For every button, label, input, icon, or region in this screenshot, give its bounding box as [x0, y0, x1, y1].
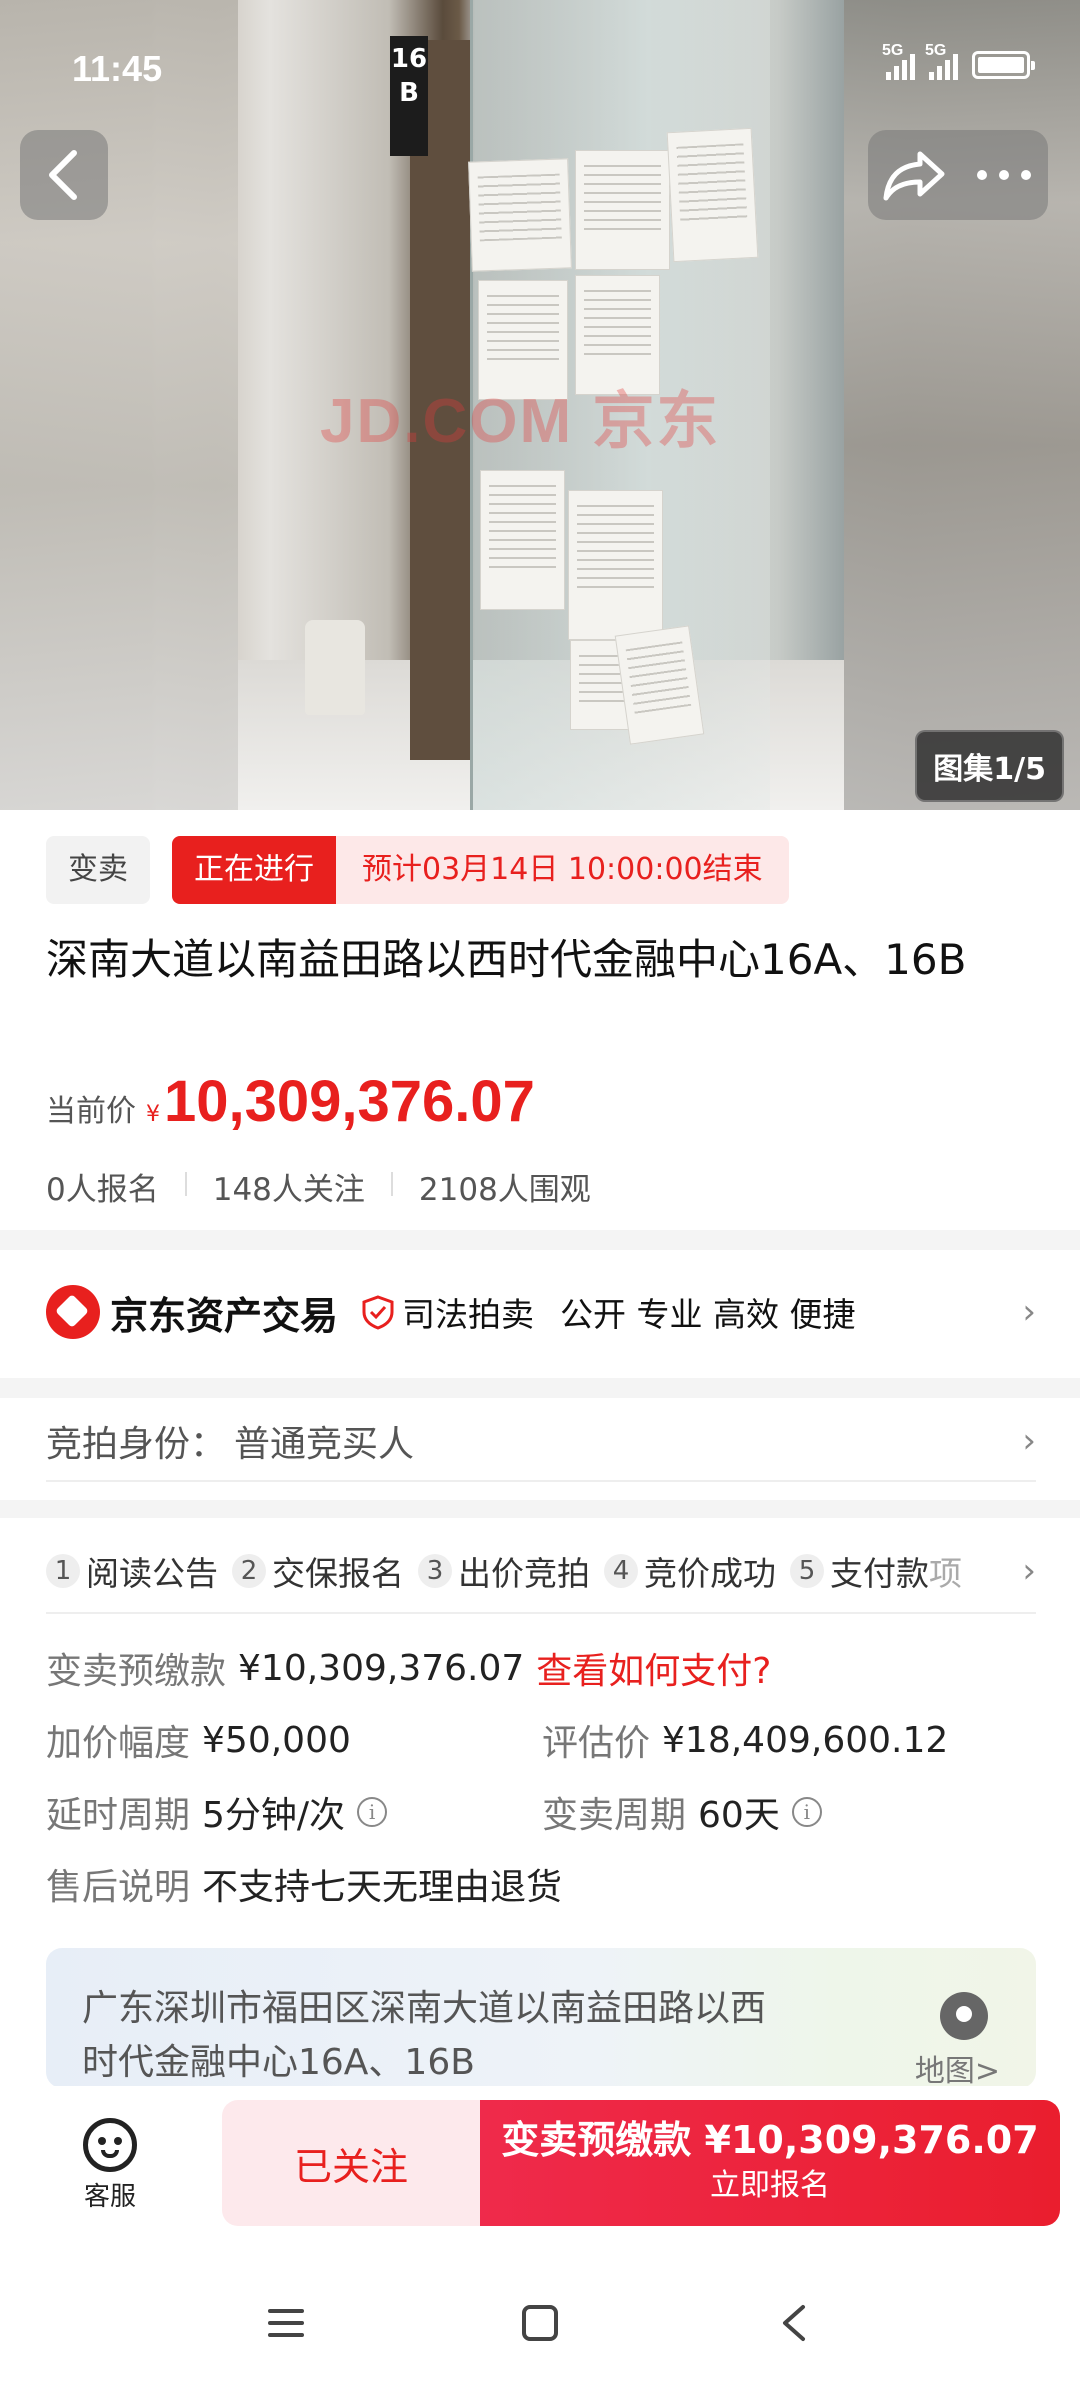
system-navigation-bar [0, 2246, 1080, 2400]
home-icon[interactable] [518, 2301, 562, 2345]
jd-watermark: JD.COM 京东 [320, 387, 721, 456]
bottom-action-bar: 客服 已关注 变卖预缴款 ¥10,309,376.07 立即报名 [0, 2086, 1080, 2246]
divider [390, 1172, 393, 1196]
platform-row[interactable]: 京东资产交易 司法拍卖 公开 专业 高效 便捷 › [46, 1276, 1036, 1348]
identity-label: 竞拍身份： [46, 1424, 227, 1465]
step-item: 3 出价竞拍 [418, 1547, 590, 1595]
share-icon[interactable] [882, 148, 946, 202]
photo-blur-right [844, 0, 1080, 810]
step-item: 2 交保报名 [232, 1547, 404, 1595]
end-time-badge: 预计03月14日 10:00:00结束 [336, 836, 789, 904]
jd-logo-icon [46, 1285, 100, 1339]
period-row: 变卖周期 60天 i [542, 1786, 822, 1838]
increment-label: 加价幅度 [46, 1723, 191, 1764]
period-value: 60天 [698, 1795, 780, 1836]
period-label: 变卖周期 [542, 1795, 687, 1836]
auction-steps[interactable]: 1 阅读公告 2 交保报名 3 出价竞拍 4 竞价成功 5 支付款项 › [46, 1530, 1036, 1614]
identity-value: 普通竞买人 [234, 1424, 415, 1465]
divider [184, 1172, 187, 1196]
notice-paper [468, 158, 572, 272]
status-time: 11:45 [72, 48, 163, 89]
map-link[interactable]: 地图> [915, 2046, 1000, 2088]
status-icons: 5G 5G [882, 42, 1035, 80]
deposit-label: 变卖预缴款 [46, 1651, 227, 1692]
customer-service-label: 客服 [83, 2182, 136, 2212]
signup-count: 0人报名 [46, 1172, 159, 1208]
chevron-right-icon: › [1022, 1421, 1036, 1461]
status-tags: 变卖 正在进行 预计03月14日 10:00:00结束 [46, 836, 789, 904]
increment-row: 加价幅度 ¥50,000 [46, 1714, 351, 1766]
appraisal-row: 评估价 ¥18,409,600.12 [542, 1714, 948, 1766]
section-divider [0, 1500, 1080, 1518]
gallery-counter[interactable]: 图集1/5 [915, 730, 1064, 802]
menu-icon[interactable] [264, 2301, 308, 2345]
delay-label: 延时周期 [46, 1795, 191, 1836]
price-value: 10,309,376.07 [164, 1069, 535, 1134]
aftersale-value: 不支持七天无理由退货 [202, 1867, 563, 1908]
address-card[interactable]: 广东深圳市福田区深南大道以南益田路以西 时代金融中心16A、16B 地图> [46, 1948, 1036, 2088]
follower-count: 148人关注 [212, 1172, 365, 1208]
customer-service-button[interactable]: 客服 [60, 2118, 160, 2213]
section-divider [0, 1230, 1080, 1250]
judicial-badge: 司法拍卖 [402, 1295, 535, 1334]
view-count: 2108人围观 [418, 1172, 591, 1208]
info-icon[interactable]: i [357, 1797, 388, 1827]
auction-stats: 0人报名 148人关注 2108人围观 [46, 1164, 591, 1209]
address-text: 广东深圳市福田区深南大道以南益田路以西 时代金融中心16A、16B [82, 1988, 767, 2083]
deposit-value: ¥10,309,376.07 [238, 1647, 525, 1689]
step-item: 5 支付款项 [790, 1547, 962, 1595]
section-divider [0, 1378, 1080, 1398]
signal-icon: 5G [882, 42, 915, 80]
aftersale-row: 售后说明 不支持七天无理由退货 [46, 1858, 562, 1910]
step-item: 1 阅读公告 [46, 1547, 218, 1595]
status-badge: 正在进行 [172, 836, 336, 904]
chevron-left-icon [49, 150, 77, 200]
property-photo[interactable]: 16B JD.COM 京东 11:45 5G 5G 图集1/5 [0, 0, 1080, 810]
paper-bag [305, 620, 365, 715]
platform-name: 京东资产交易 [110, 1293, 339, 1338]
bidder-identity-row[interactable]: 竞拍身份： 普通竞买人 › [46, 1402, 1036, 1482]
appraisal-label: 评估价 [542, 1723, 651, 1764]
auction-detail-page: 16B JD.COM 京东 11:45 5G 5G 图集1/5 变卖 正在进行 [0, 0, 1080, 2400]
info-icon[interactable]: i [791, 1797, 822, 1827]
increment-value: ¥50,000 [202, 1719, 351, 1761]
notice-paper [568, 490, 663, 640]
map-pin-icon [940, 1992, 988, 2040]
signup-label: 立即报名 [710, 2168, 830, 2203]
chevron-right-icon: › [1022, 1551, 1036, 1591]
platform-slogan: 公开 专业 高效 便捷 [560, 1295, 856, 1334]
chat-smile-icon [83, 2118, 137, 2172]
notice-paper [575, 150, 670, 270]
battery-icon [972, 51, 1035, 79]
notice-paper [666, 127, 759, 263]
currency-symbol: ¥ [146, 1102, 160, 1127]
property-title: 深南大道以南益田路以西时代金融中心16A、16B [46, 935, 967, 984]
follow-button[interactable]: 已关注 [222, 2100, 480, 2226]
sale-type-badge: 变卖 [46, 836, 150, 904]
more-icon[interactable] [974, 168, 1034, 182]
appraisal-value: ¥18,409,600.12 [662, 1719, 949, 1761]
notice-paper [614, 625, 705, 745]
signup-deposit: 变卖预缴款 ¥10,309,376.07 [501, 2118, 1039, 2162]
photo-blur-left [0, 0, 238, 810]
aftersale-label: 售后说明 [46, 1867, 191, 1908]
step-item: 4 竞价成功 [604, 1547, 776, 1595]
share-more-group [868, 130, 1048, 220]
chevron-right-icon: › [1022, 1292, 1036, 1332]
door-sign: 16B [390, 36, 428, 156]
current-price: 当前价 ¥ 10,309,376.07 [46, 1068, 535, 1135]
signal-icon: 5G [925, 42, 958, 80]
deposit-row: 变卖预缴款 ¥10,309,376.07 查看如何支付? [46, 1642, 771, 1694]
delay-value: 5分钟/次 [202, 1795, 346, 1836]
price-label: 当前价 [46, 1094, 136, 1129]
notice-paper [480, 470, 565, 610]
delay-row: 延时周期 5分钟/次 i [46, 1786, 388, 1838]
back-nav-icon[interactable] [772, 2301, 816, 2345]
shield-check-icon [362, 1295, 394, 1330]
back-button[interactable] [20, 130, 108, 220]
how-to-pay-link[interactable]: 查看如何支付? [536, 1642, 771, 1694]
signup-button[interactable]: 变卖预缴款 ¥10,309,376.07 立即报名 [480, 2100, 1060, 2226]
